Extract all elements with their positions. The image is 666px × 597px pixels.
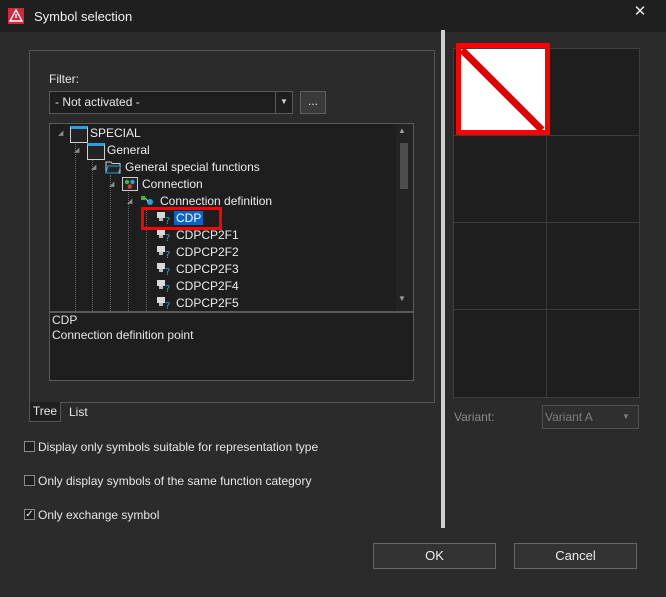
symbol-library-icon: [122, 177, 138, 191]
tree-node-connection[interactable]: Connection: [122, 176, 205, 193]
tree-node-general[interactable]: General: [87, 142, 152, 160]
preview-cell[interactable]: [454, 136, 547, 223]
option-label: Only display symbols of the same functio…: [38, 474, 312, 488]
tree-node-cdpcp2f5[interactable]: ? CDPCP2F5: [156, 295, 241, 311]
folder-open-icon: [105, 161, 121, 174]
symbol-description: Connection definition point: [52, 328, 194, 342]
tree-node-special[interactable]: SPECIAL: [70, 125, 143, 143]
window-title: Symbol selection: [34, 9, 133, 24]
symbol-tree[interactable]: ◢ SPECIAL ◢ General ◢ General special fu…: [49, 123, 414, 312]
tree-node-label: CDPCP2F1: [176, 228, 239, 242]
svg-text:?: ?: [165, 267, 170, 276]
tree-node-label: SPECIAL: [90, 126, 141, 140]
option-label: Display only symbols suitable for repres…: [38, 440, 319, 454]
selected-symbol-preview[interactable]: [456, 43, 550, 135]
checkbox[interactable]: [24, 475, 35, 486]
tree-node-label: CDPCP2F5: [176, 296, 239, 310]
preview-cell[interactable]: [547, 49, 640, 136]
symbol-icon: ?: [157, 297, 170, 310]
folder-icon: [87, 143, 105, 160]
tree-node-cdpcp2f2[interactable]: ? CDPCP2F2: [156, 244, 241, 261]
tree-node-cdpcp2f4[interactable]: ? CDPCP2F4: [156, 278, 241, 295]
filter-more-button[interactable]: ...: [300, 91, 326, 114]
tree-node-label: CDPCP2F3: [176, 262, 239, 276]
preview-cell[interactable]: [547, 136, 640, 223]
chevron-down-icon[interactable]: ▼: [275, 92, 292, 113]
tree-node-label: CDPCP2F4: [176, 279, 239, 293]
svg-text:?: ?: [165, 250, 170, 259]
chevron-down-icon[interactable]: ▼: [622, 406, 630, 428]
symbol-icon: ?: [157, 280, 170, 293]
symbol-icon: ?: [157, 229, 170, 242]
tab-list[interactable]: List: [63, 403, 94, 421]
svg-text:?: ?: [165, 233, 170, 242]
scroll-thumb[interactable]: [400, 143, 408, 189]
preview-cell[interactable]: [454, 310, 547, 398]
close-icon[interactable]: ✕: [624, 0, 656, 26]
tree-node-cdpcp2f3[interactable]: ? CDPCP2F3: [156, 261, 241, 278]
expand-icon[interactable]: ◢: [109, 176, 114, 193]
preview-cell[interactable]: [547, 223, 640, 310]
connection-icon: [141, 196, 153, 205]
scroll-down-icon[interactable]: ▼: [398, 294, 406, 303]
cancel-button[interactable]: Cancel: [514, 543, 637, 569]
checkbox[interactable]: [24, 441, 35, 452]
scroll-up-icon[interactable]: ▲: [398, 126, 406, 135]
filter-label: Filter:: [49, 72, 79, 86]
eplan-warning-icon: [8, 8, 24, 24]
symbol-name: CDP: [52, 313, 78, 327]
preview-cell[interactable]: [547, 310, 640, 398]
variant-label: Variant:: [454, 410, 495, 424]
filter-dropdown[interactable]: - Not activated -: [49, 91, 293, 114]
svg-text:?: ?: [165, 301, 170, 310]
expand-icon[interactable]: ◢: [58, 125, 63, 142]
symbol-icon: ?: [157, 246, 170, 259]
option-label: Only exchange symbol: [38, 508, 160, 522]
tree-node-label: Connection definition: [160, 194, 273, 208]
cdp-highlight-box: [141, 207, 222, 230]
tree-node-label: General: [107, 143, 150, 157]
panel-splitter[interactable]: [441, 30, 445, 528]
symbol-description-box: [49, 312, 414, 381]
folder-icon: [70, 126, 88, 143]
tab-tree[interactable]: Tree: [29, 402, 61, 422]
preview-cell[interactable]: [454, 223, 547, 310]
tree-node-label: CDPCP2F2: [176, 245, 239, 259]
tree-node-label: Connection: [142, 177, 203, 191]
svg-text:?: ?: [165, 284, 170, 293]
tree-node-general-special-functions[interactable]: General special functions: [105, 159, 262, 176]
symbol-icon: ?: [157, 263, 170, 276]
checkmark-icon[interactable]: ✓: [24, 509, 35, 520]
expand-icon[interactable]: ◢: [127, 193, 132, 210]
expand-icon[interactable]: ◢: [74, 142, 79, 159]
ok-button[interactable]: OK: [373, 543, 496, 569]
tree-node-label: General special functions: [125, 160, 260, 174]
expand-icon[interactable]: ◢: [91, 159, 96, 176]
